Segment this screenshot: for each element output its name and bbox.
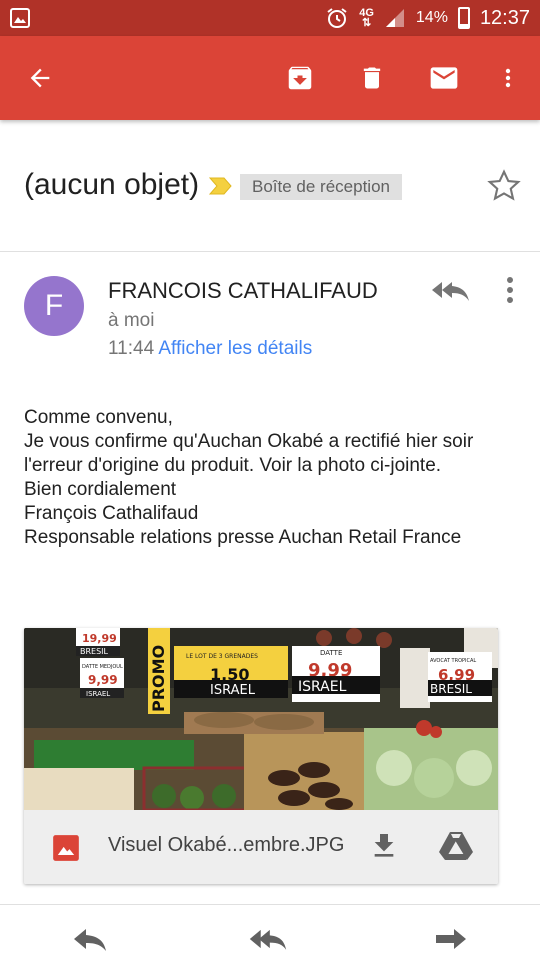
back-button[interactable] <box>18 56 62 100</box>
download-icon[interactable] <box>368 830 400 862</box>
sign-promo: PROMO <box>149 645 168 712</box>
received-time-line: 11:44 Afficher les détails <box>108 338 312 360</box>
sign-grenades-title: LE LOT DE 3 GRENADES <box>186 653 258 660</box>
sign-avocat-origin: BRESIL <box>430 682 472 696</box>
sign-datte-label: DATTE <box>320 649 342 657</box>
body-line: François Cathalifaud <box>24 503 199 524</box>
gallery-notification-icon <box>10 8 30 28</box>
sign-grenades-origin: ISRAEL <box>210 683 256 698</box>
importance-marker-icon[interactable] <box>209 176 233 196</box>
sign-datte-origin: ISRAEL <box>298 679 347 695</box>
archive-button[interactable] <box>278 56 322 100</box>
body-line: Comme convenu, <box>24 407 173 428</box>
sign-datte-mesure: DATTE MEDJOUL <box>82 664 123 670</box>
sign-avocat-label: AVOCAT TROPICAL <box>430 658 476 664</box>
delete-icon <box>363 67 381 89</box>
body-line: Bien cordialement <box>24 479 177 500</box>
more-vert-icon <box>505 68 511 88</box>
attachment-card[interactable]: 19,99 BRESIL DATTE MEDJOUL 9,99 ISRAEL P… <box>24 628 498 884</box>
sender-name: FRANCOIS CATHALIFAUD <box>108 278 378 303</box>
app-toolbar <box>0 36 540 120</box>
reply-icon[interactable] <box>70 925 110 953</box>
bottom-action-bar <box>0 904 540 960</box>
sign-price-mid-left: 9,99 <box>88 673 118 687</box>
reply-all-icon[interactable] <box>428 274 472 306</box>
mail-icon <box>430 67 458 89</box>
email-body: Comme convenu, Je vous confirme qu'Aucha… <box>24 406 520 550</box>
star-icon[interactable] <box>486 168 522 204</box>
arrow-back-icon <box>30 68 50 88</box>
save-to-drive-icon[interactable] <box>438 830 474 862</box>
show-details-link[interactable]: Afficher les détails <box>158 338 312 359</box>
delete-button[interactable] <box>350 56 394 100</box>
sender-avatar[interactable]: F <box>24 276 84 336</box>
battery-percent: 14% <box>415 9 448 26</box>
battery-icon <box>457 7 470 29</box>
more-options-button[interactable] <box>486 56 530 100</box>
received-time: 11:44 <box>108 338 155 359</box>
attachment-photo[interactable]: 19,99 BRESIL DATTE MEDJOUL 9,99 ISRAEL P… <box>24 628 498 810</box>
sign-price-left: 19,99 <box>82 632 117 645</box>
status-bar: 4G ⇅ 14% 12:37 <box>0 0 540 36</box>
reply-all-bottom-icon[interactable] <box>248 925 288 953</box>
image-file-icon <box>53 835 79 861</box>
sign-israel-small: ISRAEL <box>86 690 110 698</box>
body-line: Responsable relations presse Auchan Reta… <box>24 527 462 548</box>
forward-icon[interactable] <box>430 925 470 953</box>
alarm-icon <box>327 8 347 28</box>
sign-origin-left: BRESIL <box>80 647 109 656</box>
message-more-icon[interactable] <box>498 272 522 308</box>
network-type: 4G ⇅ <box>359 7 374 29</box>
attachment-filename: Visuel Okabé...embre.JPG <box>108 834 345 856</box>
recipient-line: à moi <box>108 310 155 331</box>
archive-icon <box>288 66 312 90</box>
body-line: Je vous confirme qu'Auchan Okabé a recti… <box>24 431 479 476</box>
signal-icon <box>385 9 404 27</box>
clock: 12:37 <box>479 6 530 29</box>
attachment-info-bar: Visuel Okabé...embre.JPG <box>24 810 498 884</box>
mark-unread-button[interactable] <box>422 56 466 100</box>
inbox-label-chip[interactable]: Boîte de réception <box>240 174 402 200</box>
email-subject: (aucun objet) <box>24 168 200 201</box>
subject-header: (aucun objet) Boîte de réception <box>0 120 540 252</box>
